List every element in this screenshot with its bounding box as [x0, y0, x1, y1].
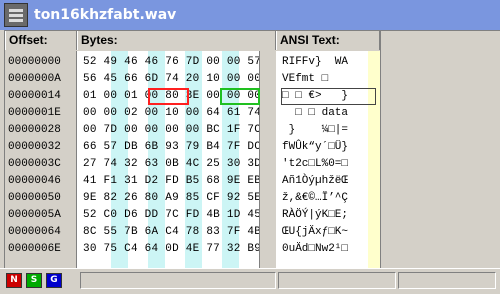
ansi-row[interactable]: ž,&€©…Ï’^Ç — [282, 190, 348, 206]
column-separator — [259, 51, 277, 269]
offset-cell: 00000032 — [8, 141, 61, 153]
ansi-row[interactable]: RÀÖÝ|ýK□E; — [282, 207, 348, 223]
offset-cell: 00000046 — [8, 175, 61, 187]
ansi-row[interactable]: 0uÄd□Nw2¹□ — [282, 241, 348, 257]
offset-column: 00000000 0000000A 00000014 0000001E 0000… — [5, 51, 77, 269]
hex-row[interactable]: 56 45 66 6D 74 20 10 00 00 00 — [83, 71, 282, 87]
sample-rate-highlight — [148, 88, 189, 105]
hex-row[interactable]: 00 7D 00 00 00 00 BC 1F 7C 3D — [83, 122, 282, 138]
ansi-row[interactable]: fWÛk“y´□Ü} — [282, 139, 348, 155]
hex-row[interactable]: 9E 82 26 80 A9 85 CF 92 5E C7 — [83, 190, 282, 206]
ansi-header[interactable]: ANSI Text: — [276, 31, 380, 50]
offset-cell: 0000003C — [8, 158, 61, 170]
title-bar: ton16khzfabt.wav — [0, 0, 500, 30]
byte-rate-highlight — [220, 88, 260, 105]
window-title: ton16khzfabt.wav — [34, 7, 177, 23]
hex-row[interactable]: 41 F1 31 D2 FD B5 68 9E EB 8C — [83, 173, 282, 189]
g-button[interactable]: G — [46, 273, 62, 288]
ansi-column[interactable]: RIFFv} WA VEfmt □ □ □ €> } □ □ data } ¼□… — [276, 51, 380, 269]
hex-row[interactable]: 00 00 02 00 10 00 64 61 74 61 — [83, 105, 282, 121]
bytes-header[interactable]: Bytes: — [77, 31, 276, 50]
hex-editor-panel: Offset: Bytes: ANSI Text: 00000000 00000… — [4, 30, 500, 270]
ansi-row[interactable]: RIFFv} WA — [282, 54, 348, 70]
offset-cell: 00000028 — [8, 124, 61, 136]
status-field-1 — [80, 272, 276, 289]
empty-area — [380, 31, 500, 269]
offset-cell: 0000005A — [8, 209, 61, 221]
ansi-row[interactable]: ŒU{jÄxƒ□K~ — [282, 224, 348, 240]
offset-cell: 00000050 — [8, 192, 61, 204]
ansi-row[interactable]: } ¼□|= — [282, 122, 348, 138]
hex-row[interactable]: 30 75 C4 64 0D 4E 77 32 B9 13 — [83, 241, 282, 257]
status-field-3 — [398, 272, 496, 289]
s-button[interactable]: S — [26, 273, 42, 288]
n-button[interactable]: N — [6, 273, 22, 288]
ansi-row[interactable]: □ □ data — [282, 105, 348, 121]
ansi-row[interactable]: Añ1ÒýµhžëŒ — [282, 173, 348, 189]
bytes-column[interactable]: 52 49 46 46 76 7D 00 00 57 41 56 45 66 6… — [77, 51, 281, 269]
ansi-row[interactable]: 't2c□L%0=□ — [282, 156, 348, 172]
status-bar: N S G — [0, 268, 500, 294]
offset-cell: 0000006E — [8, 243, 61, 255]
ansi-row[interactable]: VEfmt □ — [282, 71, 348, 87]
offset-header[interactable]: Offset: — [5, 31, 77, 50]
status-field-2 — [278, 272, 396, 289]
offset-cell: 0000001E — [8, 107, 61, 119]
app-icon — [4, 3, 28, 27]
hex-row[interactable]: 66 57 DB 6B 93 79 B4 7F DC 7D — [83, 139, 282, 155]
offset-cell: 00000064 — [8, 226, 61, 238]
hex-row[interactable]: 52 C0 D6 DD 7C FD 4B 1D 45 3B — [83, 207, 282, 223]
offset-cell: 00000000 — [8, 56, 61, 68]
hex-row[interactable]: 52 49 46 46 76 7D 00 00 57 41 — [83, 54, 282, 70]
hex-row[interactable]: 27 74 32 63 0B 4C 25 30 3D 11 — [83, 156, 282, 172]
ansi-selection — [281, 88, 376, 105]
offset-cell: 0000000A — [8, 73, 61, 85]
offset-cell: 00000014 — [8, 90, 61, 102]
hex-row[interactable]: 8C 55 7B 6A C4 78 83 7F 4B 7E — [83, 224, 282, 240]
